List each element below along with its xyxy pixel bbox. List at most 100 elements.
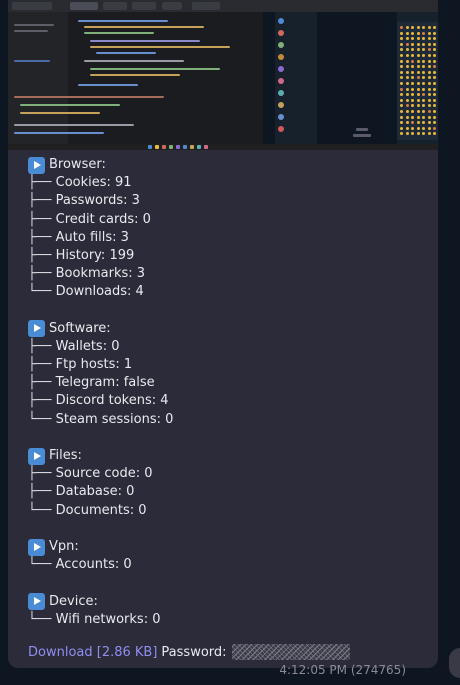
list-item: ├── Source code: 0 bbox=[28, 465, 438, 483]
screenshot-emoji bbox=[416, 54, 420, 57]
screenshot-emoji bbox=[400, 87, 403, 91]
section-title: Files: bbox=[49, 448, 82, 463]
tree-branch: └── bbox=[28, 411, 56, 427]
section-title: Software: bbox=[49, 320, 111, 336]
screenshot-emoji bbox=[427, 70, 431, 74]
screenshot-emoji bbox=[405, 42, 409, 46]
section-device: Device: └── Wifi networks: 0 bbox=[28, 593, 438, 629]
download-link[interactable]: Download [2.86 KB] bbox=[28, 645, 157, 660]
screenshot-emoji bbox=[416, 110, 420, 113]
tree-branch: └── bbox=[28, 502, 56, 518]
item-label: Wallets: 0 bbox=[55, 338, 120, 354]
scroll-down-button[interactable] bbox=[449, 648, 460, 678]
screenshot-emoji bbox=[405, 54, 409, 57]
section-software: Software: ├── Wallets: 0 ├── Ftp hosts: … bbox=[28, 320, 438, 429]
tree-branch: ├── bbox=[28, 229, 56, 245]
screenshot-emoji bbox=[433, 115, 436, 119]
screenshot-emoji bbox=[411, 42, 414, 46]
screenshot-emoji bbox=[411, 31, 414, 35]
screenshot-emoji bbox=[411, 59, 414, 63]
screenshot-emoji bbox=[433, 26, 436, 29]
play-button-icon bbox=[28, 156, 45, 174]
screenshot-emoji bbox=[400, 59, 403, 63]
screenshot-emoji bbox=[405, 26, 409, 29]
item-label: Ftp hosts: 1 bbox=[55, 357, 133, 373]
screenshot-emoji bbox=[411, 82, 414, 85]
list-item: └── Documents: 0 bbox=[28, 502, 438, 520]
item-label: Documents: 0 bbox=[55, 502, 147, 518]
item-label: Credit cards: 0 bbox=[55, 211, 151, 227]
screenshot-emoji bbox=[416, 115, 420, 119]
list-item: ├── Telegram: false bbox=[28, 374, 438, 392]
screenshot-emoji bbox=[416, 126, 420, 130]
message-footer: Download [2.86 KB] Password: bbox=[28, 643, 350, 661]
screenshot-emoji bbox=[416, 31, 420, 35]
screenshot-emoji bbox=[433, 59, 436, 63]
tree-branch: └── bbox=[28, 284, 56, 300]
screenshot-emoji bbox=[405, 121, 409, 125]
screenshot-emoji bbox=[427, 54, 431, 57]
screenshot-tab-bar bbox=[8, 0, 438, 12]
screenshot-emoji bbox=[405, 70, 409, 74]
screenshot-emoji bbox=[433, 126, 436, 130]
screenshot-emoji bbox=[433, 82, 436, 85]
list-item: ├── Database: 0 bbox=[28, 483, 438, 501]
play-button-icon bbox=[28, 538, 45, 556]
screenshot-emoji bbox=[400, 54, 403, 57]
screenshot-emoji bbox=[422, 54, 425, 57]
screenshot-emoji bbox=[433, 42, 436, 46]
screenshot-emoji bbox=[405, 65, 409, 69]
screenshot-emoji bbox=[427, 87, 431, 91]
screenshot-emoji bbox=[416, 82, 420, 85]
screenshot-emoji bbox=[416, 42, 420, 46]
tree-branch: ├── bbox=[28, 466, 56, 482]
screenshot-emoji bbox=[427, 126, 431, 130]
list-item: └── Steam sessions: 0 bbox=[28, 411, 438, 429]
screenshot-emoji bbox=[427, 42, 431, 46]
item-label: Auto fills: 3 bbox=[55, 229, 129, 245]
attached-screenshot[interactable] bbox=[8, 0, 438, 150]
tree-branch: ├── bbox=[28, 211, 56, 227]
screenshot-emoji bbox=[416, 26, 420, 29]
item-label: Database: 0 bbox=[55, 484, 135, 500]
screenshot-emoji bbox=[400, 98, 403, 102]
screenshot-emoji bbox=[416, 98, 420, 102]
screenshot-emoji bbox=[422, 82, 425, 85]
screenshot-emoji bbox=[416, 121, 420, 125]
screenshot-emoji bbox=[416, 70, 420, 74]
item-label: Accounts: 0 bbox=[55, 557, 132, 573]
tree-branch: ├── bbox=[28, 357, 56, 373]
screenshot-emoji bbox=[405, 98, 409, 102]
list-item: ├── Bookmarks: 3 bbox=[28, 265, 438, 283]
list-item: ├── Cookies: 91 bbox=[28, 174, 438, 192]
password-label: Password: bbox=[161, 644, 227, 660]
tree-branch: ├── bbox=[28, 193, 56, 209]
screenshot-emoji bbox=[427, 82, 431, 85]
list-item: ├── Ftp hosts: 1 bbox=[28, 356, 438, 374]
screenshot-emoji bbox=[422, 126, 425, 130]
screenshot-emoji bbox=[411, 26, 414, 29]
section-title: Device: bbox=[49, 593, 98, 609]
screenshot-emoji bbox=[427, 31, 431, 35]
screenshot-emoji bbox=[422, 26, 425, 29]
screenshot-emoji bbox=[433, 54, 436, 57]
password-spoiler[interactable] bbox=[231, 644, 350, 660]
screenshot-emoji bbox=[405, 31, 409, 35]
screenshot-emoji bbox=[427, 121, 431, 125]
screenshot-emoji bbox=[411, 126, 414, 130]
screenshot-emoji bbox=[427, 26, 431, 29]
section-files: Files: ├── Source code: 0 ├── Database: … bbox=[28, 447, 438, 520]
screenshot-emoji bbox=[433, 110, 436, 113]
screenshot-emoji bbox=[400, 42, 403, 46]
screenshot-emoji bbox=[400, 26, 403, 29]
item-label: Cookies: 91 bbox=[55, 175, 132, 191]
section-browser: Browser: ├── Cookies: 91 ├── Passwords: … bbox=[28, 156, 438, 302]
screenshot-emoji bbox=[427, 110, 431, 113]
tree-branch: ├── bbox=[28, 175, 56, 191]
screenshot-emoji bbox=[405, 93, 409, 97]
log-summary: Browser: ├── Cookies: 91 ├── Passwords: … bbox=[28, 156, 438, 647]
list-item: └── Accounts: 0 bbox=[28, 556, 438, 574]
screenshot-emoji bbox=[427, 98, 431, 102]
screenshot-emoji bbox=[400, 115, 403, 119]
screenshot-emoji bbox=[433, 87, 436, 91]
